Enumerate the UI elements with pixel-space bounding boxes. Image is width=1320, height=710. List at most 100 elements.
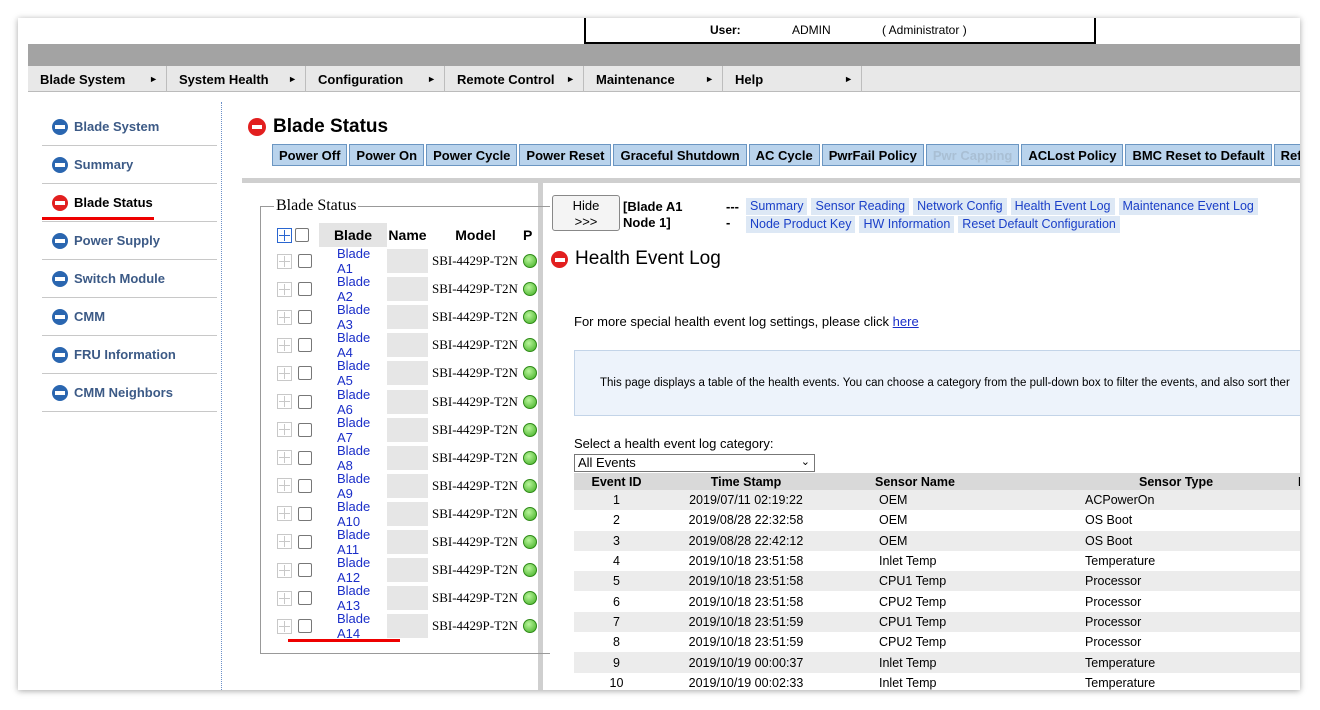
power-on-icon: [523, 619, 537, 634]
expand-icon[interactable]: [277, 422, 292, 438]
col-description-header[interactable]: D: [1253, 475, 1300, 489]
bmc-reset-to-default-button[interactable]: BMC Reset to Default: [1125, 144, 1272, 166]
blade-link[interactable]: Blade A2: [319, 274, 387, 304]
expand-icon[interactable]: [277, 618, 292, 634]
blade-link[interactable]: Blade A11: [319, 527, 387, 557]
col-name-header[interactable]: Name: [387, 227, 428, 243]
blade-link[interactable]: Blade A13: [319, 583, 387, 613]
sidebar-item-label: CMM: [74, 309, 106, 324]
blade-link[interactable]: Blade A6: [319, 387, 387, 417]
row-checkbox[interactable]: [298, 591, 312, 606]
subnav-row-2: Node Product Key HW Information Reset Defa…: [746, 216, 1300, 233]
row-checkbox[interactable]: [298, 563, 312, 578]
sidebar-item-blade-system[interactable]: Blade System: [42, 108, 217, 146]
menu-configuration[interactable]: Configuration ►: [306, 66, 445, 92]
expand-icon[interactable]: [277, 281, 292, 297]
tab-network-config[interactable]: Network Config: [913, 198, 1007, 215]
expand-icon[interactable]: [277, 450, 292, 466]
tab-reset-default-configuration[interactable]: Reset Default Configuration: [958, 216, 1120, 233]
row-checkbox[interactable]: [298, 282, 312, 297]
tab-sensor-reading[interactable]: Sensor Reading: [811, 198, 910, 215]
expand-icon[interactable]: [277, 337, 292, 353]
blade-link[interactable]: Blade A12: [319, 555, 387, 585]
tab-health-event-log[interactable]: Health Event Log: [1010, 198, 1115, 219]
tab-node-product-key[interactable]: Node Product Key: [746, 216, 856, 233]
sidebar-item-cmm-neighbors[interactable]: CMM Neighbors: [42, 374, 217, 412]
tab-label: Network Config: [917, 199, 1003, 213]
row-checkbox[interactable]: [298, 478, 312, 493]
col-event-id-header[interactable]: Event ID: [574, 475, 659, 489]
blade-table-header: Blade Name Model P: [275, 223, 538, 247]
blade-link[interactable]: Blade A9: [319, 471, 387, 501]
row-checkbox[interactable]: [298, 506, 312, 521]
sidebar-item-cmm[interactable]: CMM: [42, 298, 217, 336]
sidebar-item-blade-status[interactable]: Blade Status: [42, 184, 217, 222]
expand-icon[interactable]: [277, 590, 292, 606]
expand-icon[interactable]: [277, 506, 292, 522]
col-power-header[interactable]: P: [523, 227, 538, 243]
expand-icon[interactable]: [277, 365, 292, 381]
chevron-down-icon: ⌄: [800, 456, 810, 468]
power-cycle-button[interactable]: Power Cycle: [426, 144, 518, 166]
tab-summary[interactable]: Summary: [746, 198, 808, 215]
expand-icon[interactable]: [277, 309, 292, 325]
blade-link[interactable]: Blade A10: [319, 499, 387, 529]
row-checkbox[interactable]: [298, 450, 312, 465]
ac-cycle-button[interactable]: AC Cycle: [748, 144, 820, 166]
settings-here-link[interactable]: here: [893, 314, 919, 329]
aclost-policy-button[interactable]: ACLost Policy: [1021, 144, 1124, 166]
menu-remote-control[interactable]: Remote Control ►: [445, 66, 584, 92]
menu-help[interactable]: Help ►: [723, 66, 862, 92]
blade-link[interactable]: Blade A8: [319, 443, 387, 473]
blade-link[interactable]: Blade A7: [319, 415, 387, 445]
refr-button[interactable]: Refr: [1273, 144, 1300, 166]
col-timestamp-header[interactable]: Time Stamp: [659, 475, 833, 489]
timestamp-cell: 2019/10/19 00:00:37: [688, 655, 804, 670]
blade-link[interactable]: Blade A5: [319, 358, 387, 388]
pwrfail-policy-button[interactable]: PwrFail Policy: [821, 144, 924, 166]
timestamp-cell: 2019/10/18 23:51:58: [688, 554, 804, 569]
graceful-shutdown-button[interactable]: Graceful Shutdown: [613, 144, 747, 166]
col-sensor-name-header[interactable]: Sensor Name: [833, 475, 1053, 489]
menu-blade-system[interactable]: Blade System ►: [28, 66, 167, 92]
sidebar-item-power-supply[interactable]: Power Supply: [42, 222, 217, 260]
power-reset-button[interactable]: Power Reset: [519, 144, 612, 166]
row-checkbox[interactable]: [298, 366, 312, 381]
sidebar-item-fru-information[interactable]: FRU Information: [42, 336, 217, 374]
blade-link[interactable]: Blade A1: [319, 246, 387, 276]
tab-hw-information[interactable]: HW Information: [859, 216, 955, 233]
category-select[interactable]: All Events ⌄: [574, 454, 815, 472]
blade-link[interactable]: Blade A4: [319, 330, 387, 360]
blade-link[interactable]: Blade A14: [319, 611, 387, 641]
row-checkbox[interactable]: [298, 338, 312, 353]
col-model-header[interactable]: Model: [428, 227, 523, 243]
expand-all-icon[interactable]: [277, 227, 292, 243]
expand-icon[interactable]: [277, 478, 292, 494]
menu-system-health[interactable]: System Health ►: [167, 66, 306, 92]
col-blade-header[interactable]: Blade: [319, 223, 387, 247]
power-on-icon: [523, 506, 537, 521]
row-checkbox[interactable]: [298, 310, 312, 325]
table-row: 9 2019/10/19 00:00:37 Inlet Temp Temperatur…: [574, 652, 1300, 673]
sidebar-item-summary[interactable]: Summary: [42, 146, 217, 184]
select-all-checkbox[interactable]: [295, 228, 309, 242]
row-checkbox[interactable]: [298, 619, 312, 634]
expand-icon[interactable]: [277, 562, 292, 578]
row-checkbox[interactable]: [298, 254, 312, 269]
row-checkbox[interactable]: [298, 394, 312, 409]
arrow-circle-icon: [52, 346, 68, 363]
power-off-button[interactable]: Power Off: [272, 144, 348, 166]
blade-link[interactable]: Blade A3: [319, 302, 387, 332]
row-checkbox[interactable]: [298, 422, 312, 437]
menu-maintenance[interactable]: Maintenance ►: [584, 66, 723, 92]
power-on-button[interactable]: Power On: [349, 144, 425, 166]
col-sensor-type-header[interactable]: Sensor Type: [1053, 475, 1253, 489]
sidebar-item-switch-module[interactable]: Switch Module: [42, 260, 217, 298]
row-checkbox[interactable]: [298, 534, 312, 549]
expand-icon[interactable]: [277, 253, 292, 269]
expand-icon[interactable]: [277, 394, 292, 410]
tab-maintenance-event-log[interactable]: Maintenance Event Log: [1118, 198, 1258, 215]
hide-button[interactable]: Hide >>>: [552, 195, 620, 231]
expand-icon[interactable]: [277, 534, 292, 550]
blade-row: Blade A14 SBI-4429P-T2N: [275, 611, 538, 641]
